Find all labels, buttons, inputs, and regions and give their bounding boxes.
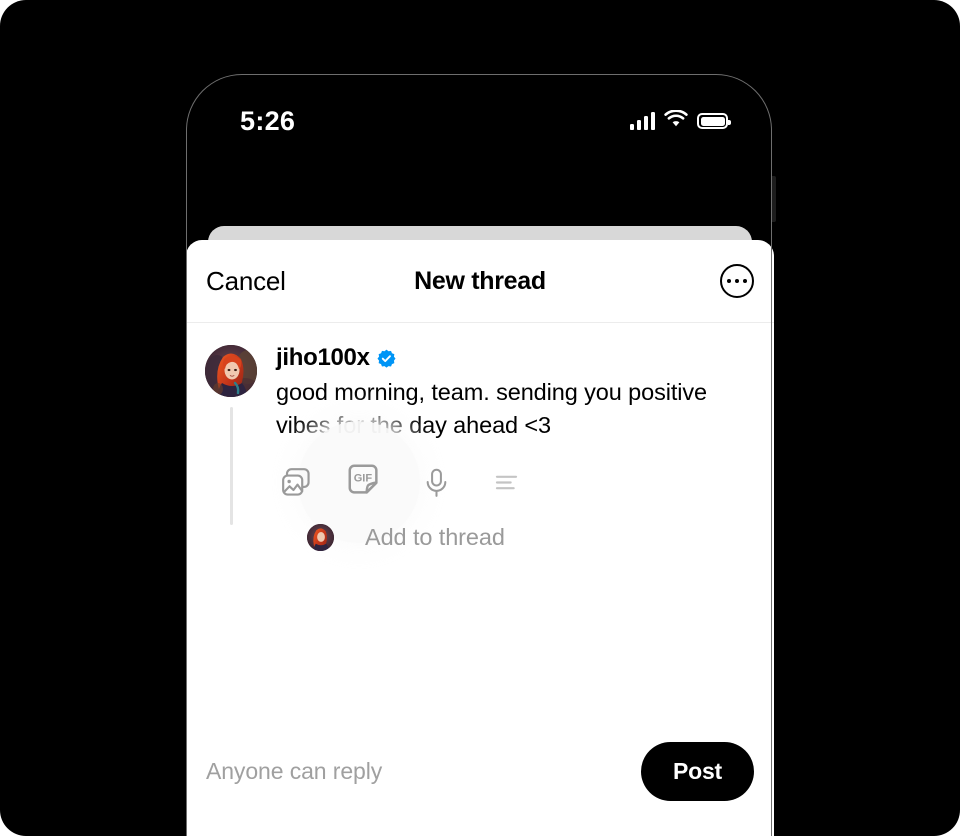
avatar xyxy=(307,524,334,552)
username-row: jiho100x xyxy=(276,344,750,371)
thread-composer: jiho100x good morning, team. sending you… xyxy=(186,323,774,552)
post-content: jiho100x good morning, team. sending you… xyxy=(258,344,750,552)
attachment-toolbar: GIF xyxy=(276,421,750,544)
poll-list-icon[interactable] xyxy=(486,462,526,502)
reply-policy-button[interactable]: Anyone can reply xyxy=(206,758,382,785)
add-to-thread-row[interactable]: Add to thread xyxy=(276,514,750,552)
gif-sticker-icon[interactable]: GIF xyxy=(346,462,386,502)
screenshot-root: 5:26 Cancel New thread jiho100x good mor… xyxy=(0,0,960,836)
post-row: jiho100x good morning, team. sending you… xyxy=(186,344,774,552)
more-options-icon[interactable] xyxy=(720,264,754,298)
add-to-thread-placeholder[interactable]: Add to thread xyxy=(334,524,505,551)
gif-badge-text: GIF xyxy=(354,473,373,485)
username-label[interactable]: jiho100x xyxy=(276,344,370,371)
battery-icon xyxy=(697,113,731,129)
phone-device-frame: 5:26 Cancel New thread jiho100x good mor… xyxy=(186,74,774,836)
post-button[interactable]: Post xyxy=(640,741,754,801)
thread-connector-line xyxy=(230,407,233,525)
new-thread-sheet: Cancel New thread jiho100x good morning,… xyxy=(186,240,774,836)
microphone-icon[interactable] xyxy=(416,462,456,502)
phone-side-button xyxy=(772,176,776,222)
status-bar-icons xyxy=(629,108,731,133)
cancel-button[interactable]: Cancel xyxy=(206,266,286,297)
cellular-signal-icon xyxy=(629,112,655,130)
sheet-header: Cancel New thread xyxy=(186,240,774,323)
wifi-icon xyxy=(664,108,688,133)
status-bar-time: 5:26 xyxy=(240,105,296,136)
avatar[interactable] xyxy=(205,345,257,397)
composer-bottom-bar: Anyone can reply Post xyxy=(186,728,774,836)
status-bar: 5:26 xyxy=(186,74,774,154)
verified-badge-icon xyxy=(377,349,396,368)
photo-gallery-icon[interactable] xyxy=(276,462,316,502)
